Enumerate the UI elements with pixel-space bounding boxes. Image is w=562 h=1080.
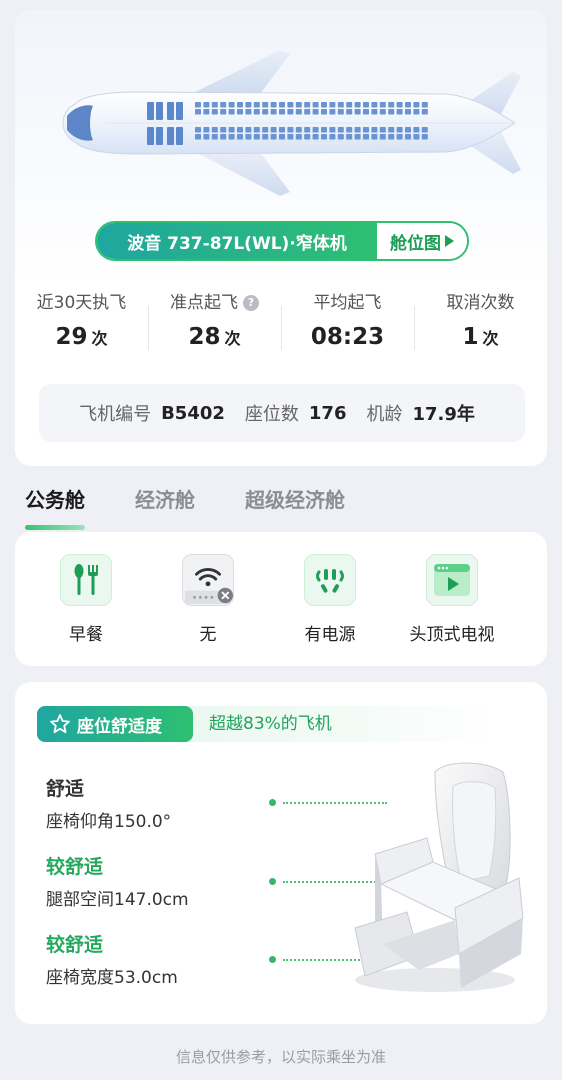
metric-detail: 座椅仰角150.0°: [46, 812, 172, 832]
comfort-header: 座位舒适度 超越83%的飞机: [37, 706, 497, 742]
comfort-level: 舒适: [46, 778, 85, 800]
play-arrow-icon: [445, 235, 454, 247]
aircraft-age-label: 机龄: [366, 404, 403, 425]
stat-value: 1: [462, 324, 479, 350]
metric-detail: 腿部空间147.0cm: [46, 890, 189, 910]
stat-value: 28: [188, 324, 221, 350]
seatmap-link[interactable]: 舱位图: [377, 223, 467, 259]
metric-recline: 舒适 座椅仰角150.0°: [46, 774, 171, 832]
seat-count-value: 176: [308, 402, 347, 424]
metric-width: 较舒适 座椅宽度53.0cm: [46, 930, 178, 988]
stat-label: 平均起飞: [313, 293, 382, 313]
comfort-tag-label: 座位舒适度: [77, 716, 162, 737]
aircraft-details: 飞机编号 B5402 座位数 176 机龄 17.9年: [39, 384, 525, 442]
stat-label: 准点起飞: [170, 293, 238, 313]
amenity-label: 早餐: [69, 625, 103, 645]
amenity-label: 头顶式电视: [409, 625, 495, 645]
tab-business[interactable]: 公务舱: [25, 484, 85, 530]
stat-cancellations: 取消次数 1次: [414, 288, 547, 368]
stat-flights-30d: 近30天执飞 29 次: [15, 288, 148, 368]
stat-value: 29: [55, 324, 88, 350]
aircraft-model: 波音 737-87L(WL)·窄体机: [97, 223, 377, 259]
wifi-unavailable-icon: [182, 554, 234, 606]
comfort-level: 较舒适: [46, 934, 104, 956]
flight-stats: 近30天执飞 29 次 准点起飞? 28 次 平均起飞 08:23 取消次数 1次: [15, 288, 547, 368]
registration-value: B5402: [161, 402, 225, 424]
stat-label: 近30天执飞: [36, 293, 127, 313]
tab-economy[interactable]: 经济舱: [135, 484, 195, 524]
stat-unit: 次: [482, 329, 499, 348]
help-icon[interactable]: ?: [243, 295, 259, 311]
amenity-wifi: 无: [147, 532, 269, 645]
amenity-label: 有电源: [304, 625, 356, 645]
aircraft-card: 波音 737-87L(WL)·窄体机 舱位图 近30天执飞 29 次 准点起飞? …: [15, 10, 547, 466]
power-outlet-icon: [304, 554, 356, 606]
comfort-rank: 超越83%的飞机: [209, 714, 332, 734]
comfort-tag: 座位舒适度: [37, 706, 193, 742]
meal-icon: [60, 554, 112, 606]
amenity-label: 无: [199, 625, 217, 645]
aircraft-illustration: [45, 44, 525, 204]
stat-label: 取消次数: [446, 293, 515, 313]
aircraft-type-pill[interactable]: 波音 737-87L(WL)·窄体机 舱位图: [95, 221, 469, 261]
stat-unit: 次: [91, 329, 108, 348]
business-seat-illustration: [335, 758, 530, 998]
stat-on-time: 准点起飞? 28 次: [148, 288, 281, 368]
disclaimer-note: 信息仅供参考，以实际乘坐为准: [175, 1048, 386, 1066]
seat-count-label: 座位数: [244, 404, 299, 425]
overhead-tv-icon: [426, 554, 478, 606]
amenity-power: 有电源: [269, 532, 391, 645]
stat-unit: 次: [224, 329, 241, 348]
stat-value: 08:23: [310, 324, 385, 350]
aircraft-age-value: 17.9年: [412, 404, 475, 425]
seatmap-label: 舱位图: [390, 233, 441, 254]
seat-comfort-card: 座位舒适度 超越83%的飞机 舒适 座椅仰角150.0° 较舒适 腿部空间147…: [15, 682, 547, 1024]
comfort-level: 较舒适: [46, 856, 104, 878]
amenity-meal: 早餐: [25, 532, 147, 645]
cabin-tabs: 公务舱 经济舱 超级经济舱: [25, 484, 345, 530]
registration-label: 飞机编号: [79, 404, 152, 425]
metric-legroom: 较舒适 腿部空间147.0cm: [46, 852, 189, 910]
amenity-tv: 头顶式电视: [391, 532, 513, 645]
star-icon: [50, 714, 70, 734]
stat-avg-departure: 平均起飞 08:23: [281, 288, 414, 368]
amenities-card: 早餐 无 有电源 头顶式电视: [15, 532, 547, 666]
metric-detail: 座椅宽度53.0cm: [46, 968, 178, 988]
tab-premium-economy[interactable]: 超级经济舱: [245, 484, 345, 524]
